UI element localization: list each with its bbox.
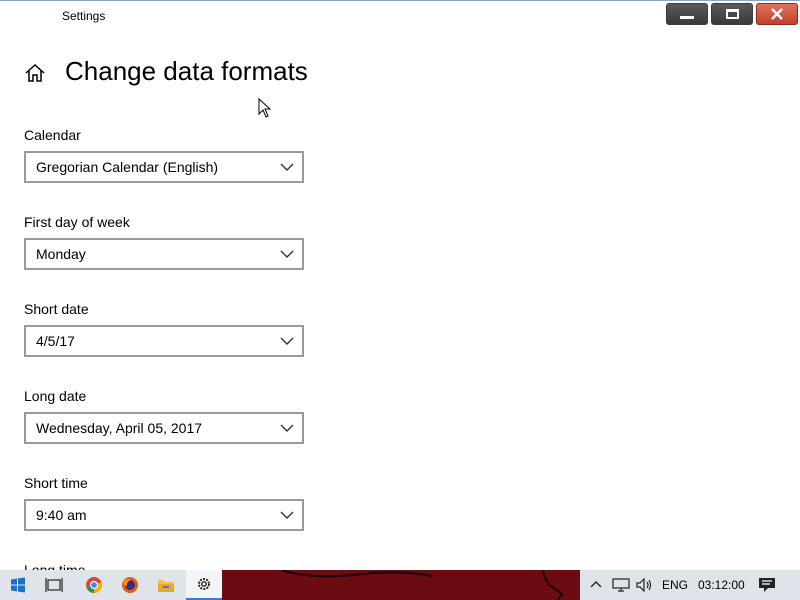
chevron-down-icon xyxy=(280,337,294,345)
task-view-button[interactable] xyxy=(36,570,72,600)
clock[interactable]: 03:12:00 xyxy=(698,578,745,592)
minimize-icon xyxy=(680,15,694,19)
chevron-down-icon xyxy=(280,163,294,171)
short-time-dropdown[interactable]: 9:40 am xyxy=(24,499,304,531)
task-view-icon xyxy=(45,578,63,592)
taskbar: ENG 03:12:00 xyxy=(0,570,800,600)
calendar-dropdown[interactable]: Gregorian Calendar (English) xyxy=(24,151,304,183)
first-day-of-week-dropdown[interactable]: Monday xyxy=(24,238,304,270)
mouse-cursor-icon xyxy=(258,98,272,118)
short-date-dropdown[interactable]: 4/5/17 xyxy=(24,325,304,357)
close-icon xyxy=(771,8,783,20)
volume-icon[interactable] xyxy=(636,578,654,592)
long-date-label: Long date xyxy=(24,388,87,404)
chevron-down-icon xyxy=(280,250,294,258)
start-button[interactable] xyxy=(0,570,36,600)
calendar-label: Calendar xyxy=(24,127,81,143)
chevron-down-icon xyxy=(280,511,294,519)
file-explorer-icon xyxy=(158,580,174,592)
firefox-taskbar-button[interactable] xyxy=(112,570,148,600)
language-indicator[interactable]: ENG xyxy=(662,578,688,592)
long-time-label: Long time xyxy=(24,562,86,570)
desktop-wallpaper xyxy=(222,570,580,600)
long-date-value: Wednesday, April 05, 2017 xyxy=(36,420,203,436)
maximize-icon xyxy=(725,9,739,19)
chevron-down-icon xyxy=(280,424,294,432)
short-date-label: Short date xyxy=(24,301,89,317)
notification-icon[interactable] xyxy=(758,577,776,593)
home-icon[interactable] xyxy=(24,62,46,84)
network-icon[interactable] xyxy=(612,578,630,592)
first-day-of-week-value: Monday xyxy=(36,246,86,262)
chrome-icon xyxy=(86,577,103,594)
app-title: Settings xyxy=(62,9,106,23)
settings-window: Settings Change data formats Calendar Gr… xyxy=(0,0,800,570)
close-button[interactable] xyxy=(756,3,798,25)
short-time-label: Short time xyxy=(24,475,88,491)
settings-gear-icon xyxy=(198,578,210,590)
maximize-button[interactable] xyxy=(711,3,753,25)
calendar-value: Gregorian Calendar (English) xyxy=(36,159,219,175)
short-date-value: 4/5/17 xyxy=(36,333,75,349)
long-date-dropdown[interactable]: Wednesday, April 05, 2017 xyxy=(24,412,304,444)
firefox-icon xyxy=(122,577,138,593)
wallpaper-art xyxy=(281,570,564,600)
short-time-value: 9:40 am xyxy=(36,507,87,523)
chrome-taskbar-button[interactable] xyxy=(76,570,112,600)
file-explorer-taskbar-button[interactable] xyxy=(148,570,184,600)
chevron-up-icon[interactable] xyxy=(590,579,602,591)
page-title: Change data formats xyxy=(65,56,308,86)
window-border xyxy=(0,0,800,1)
settings-taskbar-button[interactable] xyxy=(186,570,222,600)
minimize-button[interactable] xyxy=(666,3,708,25)
windows-start-icon xyxy=(11,577,25,593)
first-day-of-week-label: First day of week xyxy=(24,214,130,230)
